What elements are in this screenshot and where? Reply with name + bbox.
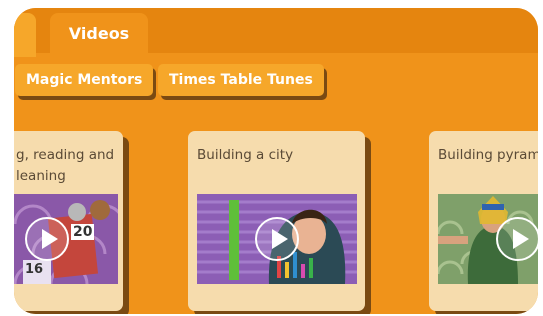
- video-thumbnail[interactable]: 20 16: [14, 194, 118, 284]
- video-card-title: g, reading and leaning: [16, 147, 115, 184]
- video-thumbnail[interactable]: [197, 194, 357, 284]
- play-icon[interactable]: [255, 217, 299, 261]
- video-card-title: Building a city: [197, 147, 294, 163]
- play-icon[interactable]: [496, 217, 538, 261]
- video-card[interactable]: Building a city: [188, 131, 365, 311]
- filter-times-table-tunes[interactable]: Times Table Tunes: [158, 64, 324, 96]
- video-card[interactable]: Building pyramids: [429, 131, 538, 311]
- filter-magic-mentors[interactable]: Magic Mentors: [15, 64, 154, 96]
- thumbnail-number: 16: [25, 262, 44, 277]
- video-thumbnail[interactable]: [438, 194, 538, 284]
- play-icon[interactable]: [25, 217, 69, 261]
- video-card-title: Building pyramids: [438, 147, 538, 163]
- video-card[interactable]: g, reading and leaning 20 16: [14, 131, 123, 311]
- video-panel: Videos Magic Mentors Times Table Tunes g…: [14, 8, 538, 314]
- thumbnail-number: 20: [71, 224, 95, 240]
- tab-bar: Videos: [14, 8, 538, 57]
- tab-previous[interactable]: [14, 13, 36, 57]
- tab-videos[interactable]: Videos: [50, 13, 148, 57]
